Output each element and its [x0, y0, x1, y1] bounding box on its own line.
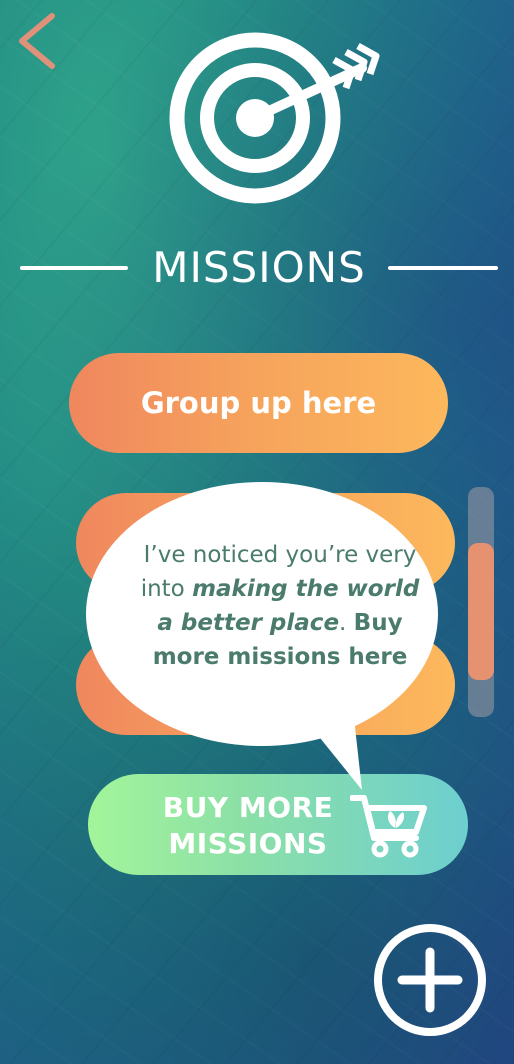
- buy-more-missions-label: BUY MORE MISSIONS: [148, 790, 348, 862]
- title-divider-left: [20, 266, 128, 270]
- tooltip-text-plain-2: .: [339, 610, 354, 636]
- page-title-row: MISSIONS: [20, 238, 498, 298]
- back-chevron-icon[interactable]: [14, 12, 58, 70]
- shopping-cart-icon: [350, 795, 427, 858]
- mission-button-group-up[interactable]: Group up here: [69, 353, 448, 453]
- scrollbar-track[interactable]: [468, 487, 494, 717]
- title-divider-right: [388, 266, 498, 270]
- speech-bubble-text: I’ve noticed you’re very into making the…: [130, 538, 430, 674]
- buy-label-line2: MISSIONS: [168, 827, 328, 860]
- missions-screen: MISSIONS Group up here BUY MORE MISSIONS…: [0, 0, 514, 1064]
- scrollbar-thumb[interactable]: [468, 543, 494, 680]
- page-title: MISSIONS: [152, 243, 366, 292]
- target-arrow-icon: [169, 32, 380, 204]
- add-plus-circle-icon[interactable]: [372, 922, 488, 1038]
